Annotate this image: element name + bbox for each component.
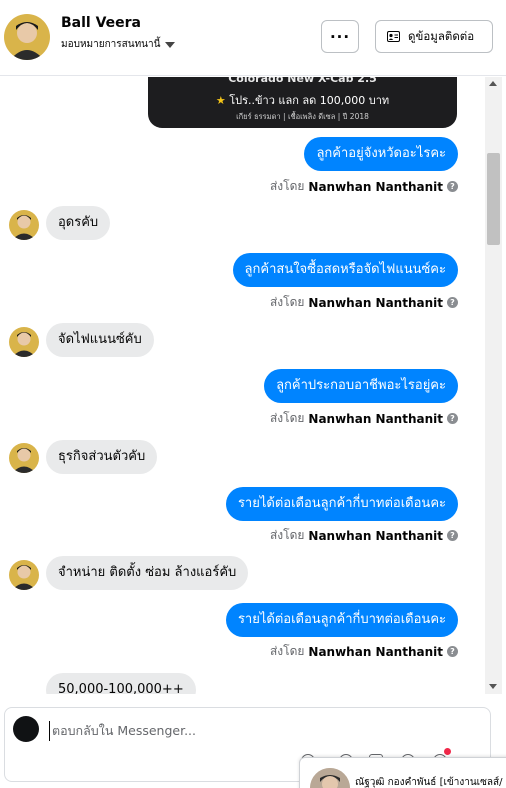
incoming-message[interactable]: จำหน่าย ติดตั้ง ซ่อม ล้างแอร์คับ: [46, 556, 249, 590]
info-icon[interactable]: ?: [447, 297, 458, 308]
sent-by-agent: Nanwhan Nanthanit: [308, 411, 443, 426]
scroll-up-arrow-icon[interactable]: [489, 81, 497, 86]
view-contact-info-button[interactable]: ดูข้อมูลติดต่อ: [375, 20, 493, 53]
incoming-message[interactable]: ธุรกิจส่วนตัวคับ: [46, 440, 158, 474]
contact-avatar-small: [9, 210, 39, 240]
more-options-button[interactable]: ···: [321, 20, 359, 53]
incoming-message[interactable]: 50,000-100,000++: [46, 673, 196, 694]
promo-image-card[interactable]: Colorado New X-Cab 2.5 ★ โปร..ข้าว แลก ล…: [148, 77, 457, 128]
scroll-thumb[interactable]: [487, 153, 500, 245]
contact-name[interactable]: Ball Veera: [61, 15, 141, 31]
sent-by-agent: Nanwhan Nanthanit: [308, 179, 443, 194]
info-icon[interactable]: ?: [447, 530, 458, 541]
reply-input[interactable]: ตอบกลับใน Messenger...: [49, 721, 196, 741]
sent-by-line: ส่งโดย Nanwhan Nanthanit ?: [270, 409, 458, 428]
info-icon[interactable]: ?: [447, 181, 458, 192]
page-avatar: [13, 716, 39, 742]
view-contact-info-label: ดูข้อมูลติดต่อ: [408, 28, 475, 43]
outgoing-message[interactable]: รายได้ต่อเดือนลูกค้ากี่บาทต่อเดือนคะ: [225, 487, 458, 521]
promo-deal: ★ โปร..ข้าว แลก ลด 100,000 บาท: [215, 94, 390, 107]
outgoing-message[interactable]: ลูกค้าประกอบอาชีพอะไรอยู่คะ: [264, 369, 458, 403]
sent-by-prefix: ส่งโดย: [269, 644, 305, 658]
sent-by-line: ส่งโดย Nanwhan Nanthanit ?: [270, 177, 458, 196]
sent-by-agent: Nanwhan Nanthanit: [308, 528, 443, 543]
sent-by-prefix: ส่งโดย: [269, 295, 305, 309]
info-icon[interactable]: ?: [447, 646, 458, 657]
scroll-down-arrow-icon[interactable]: [489, 684, 497, 689]
sent-by-agent: Nanwhan Nanthanit: [308, 644, 443, 659]
sent-by-line: ส่งโดย Nanwhan Nanthanit ?: [270, 293, 458, 312]
sent-by-line: ส่งโดย Nanwhan Nanthanit ?: [270, 526, 458, 545]
outgoing-message[interactable]: รายได้ต่อเดือนลูกค้ากี่บาทต่อเดือนคะ: [225, 603, 458, 637]
assign-conversation-dropdown[interactable]: มอบหมายการสนทนานี้: [61, 37, 176, 52]
sent-by-prefix: ส่งโดย: [269, 528, 305, 542]
contact-avatar-small: [9, 560, 39, 590]
incoming-message[interactable]: อุดรคับ: [46, 206, 111, 240]
thread-scrollbar[interactable]: [485, 77, 502, 694]
sent-by-line: ส่งโดย Nanwhan Nanthanit ?: [270, 642, 458, 661]
contact-avatar-small: [9, 327, 39, 357]
contact-card-icon: [387, 31, 400, 42]
incoming-message[interactable]: จัดไฟแนนซ์คับ: [46, 323, 154, 357]
chat-tab-avatar: [310, 768, 350, 788]
chat-tab-popup[interactable]: ณัฐวุฒิ กองคำพันธ์ [เข้างานเซลส์/: [299, 757, 506, 788]
sent-by-prefix: ส่งโดย: [269, 411, 305, 425]
caret-down-icon: [165, 41, 176, 48]
outgoing-message[interactable]: ลูกค้าสนใจซื้อสดหรือจัดไฟแนนซ์คะ: [232, 253, 458, 287]
promo-title: Colorado New X-Cab 2.5: [228, 77, 377, 85]
outgoing-message[interactable]: ลูกค้าอยู่จังหวัดอะไรคะ: [304, 137, 458, 171]
chat-tab-name: ณัฐวุฒิ กองคำพันธ์ [เข้างานเซลส์/: [355, 777, 503, 788]
conversation-header: Ball Veera มอบหมายการสนทนานี้ ··· ดูข้อม…: [0, 0, 506, 76]
sent-by-prefix: ส่งโดย: [269, 179, 305, 193]
info-icon[interactable]: ?: [447, 413, 458, 424]
message-thread[interactable]: Colorado New X-Cab 2.5 ★ โปร..ข้าว แลก ล…: [0, 77, 485, 694]
star-icon: ★: [215, 94, 230, 107]
assign-label: มอบหมายการสนทนานี้: [61, 39, 161, 50]
notification-dot: [444, 748, 451, 755]
sent-by-agent: Nanwhan Nanthanit: [308, 295, 443, 310]
contact-avatar-small: [9, 443, 39, 473]
promo-spec: เกียร์ ธรรมดา | เชื้อเพลิง ดีเซล | ปี 20…: [236, 112, 369, 121]
contact-avatar[interactable]: [4, 14, 50, 60]
